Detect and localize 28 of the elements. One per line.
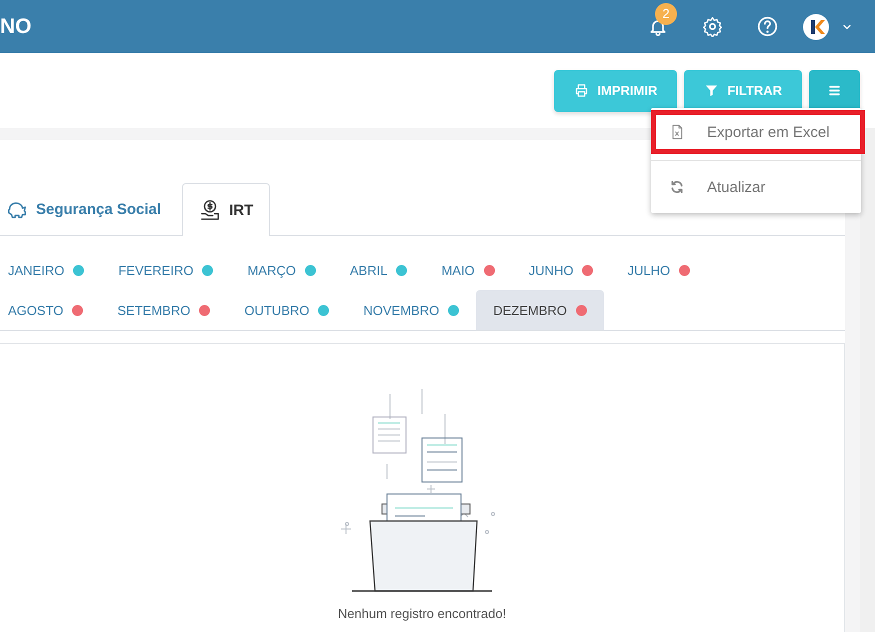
coin-icon bbox=[199, 199, 222, 221]
month-tab[interactable]: JUNHO bbox=[512, 250, 610, 290]
refresh-icon bbox=[669, 179, 685, 195]
month-tab[interactable]: FEVEREIRO bbox=[101, 250, 230, 290]
notification-badge: 2 bbox=[655, 2, 677, 24]
month-tab[interactable]: ABRIL bbox=[332, 250, 424, 290]
help-icon bbox=[757, 16, 778, 37]
brand-name: NO bbox=[0, 14, 32, 38]
printer-icon bbox=[574, 83, 590, 98]
tab[interactable]: Segurança Social bbox=[0, 183, 182, 235]
month-tab[interactable]: MAIO bbox=[424, 250, 512, 290]
scrollbar[interactable] bbox=[860, 128, 875, 632]
month-tab[interactable]: MARÇO bbox=[230, 250, 333, 290]
month-tab[interactable]: JULHO bbox=[610, 250, 708, 290]
menu-item[interactable]: Exportar em Excel bbox=[651, 110, 865, 154]
filter-icon bbox=[704, 83, 720, 98]
avatar-icon bbox=[803, 14, 829, 40]
month-tab[interactable]: AGOSTO bbox=[0, 290, 100, 330]
month-tab[interactable]: SETEMBRO bbox=[100, 290, 228, 330]
empty-message: Nenhum registro encontrado! bbox=[338, 606, 506, 621]
tab[interactable]: IRT bbox=[182, 183, 270, 236]
settings-icon bbox=[702, 16, 723, 37]
month-tab[interactable]: NOVEMBRO bbox=[346, 290, 476, 330]
month-tab[interactable]: OUTUBRO bbox=[227, 290, 346, 330]
month-tab[interactable]: JANEIRO bbox=[0, 250, 102, 290]
menu-item[interactable]: Atualizar bbox=[651, 165, 861, 209]
menu-icon bbox=[827, 83, 842, 98]
month-tab[interactable]: DEZEMBRO bbox=[476, 290, 604, 330]
